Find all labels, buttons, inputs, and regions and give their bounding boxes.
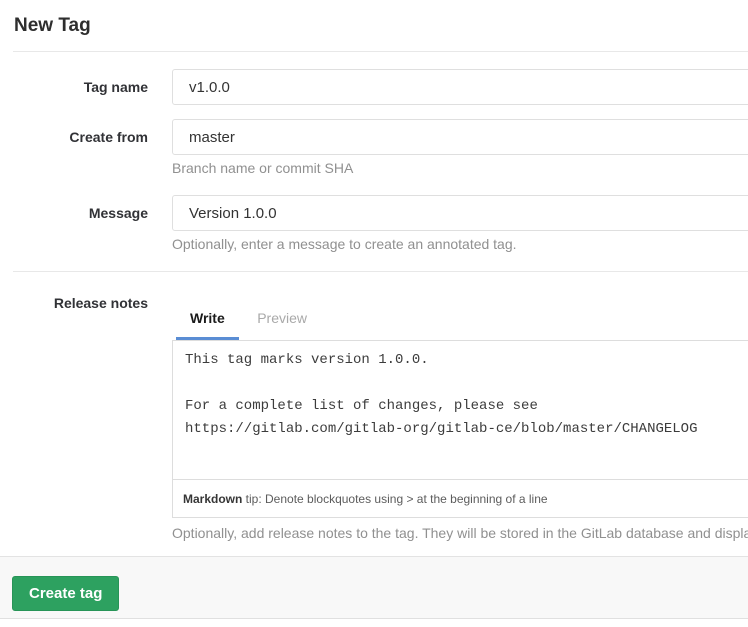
- markdown-tip-bold: Markdown: [183, 492, 242, 506]
- tag-name-control: [172, 69, 748, 105]
- markdown-tip-text: tip: Denote blockquotes using > at the b…: [242, 492, 547, 506]
- section-divider: [13, 271, 748, 272]
- release-notes-help: Optionally, add release notes to the tag…: [172, 525, 748, 542]
- title-divider: [13, 51, 748, 52]
- message-control: Optionally, enter a message to create an…: [172, 195, 748, 253]
- new-tag-page: New Tag Tag name Create from Branch name…: [0, 0, 748, 627]
- create-from-label: Create from: [0, 119, 148, 146]
- message-row: Message Optionally, enter a message to c…: [0, 195, 748, 253]
- create-from-row: Create from Branch name or commit SHA: [0, 119, 748, 177]
- tab-write[interactable]: Write: [176, 294, 239, 340]
- message-label: Message: [0, 195, 148, 222]
- create-from-control: Branch name or commit SHA: [172, 119, 748, 177]
- tag-name-row: Tag name: [0, 69, 748, 105]
- page-title: New Tag: [14, 14, 748, 38]
- tab-preview[interactable]: Preview: [243, 294, 321, 340]
- release-notes-row: Release notes Write Preview This tag mar…: [0, 294, 748, 556]
- create-from-input[interactable]: [172, 119, 748, 155]
- release-notes-control: Write Preview This tag marks version 1.0…: [172, 294, 748, 556]
- new-tag-form: Tag name Create from Branch name or comm…: [0, 69, 748, 619]
- create-tag-button[interactable]: Create tag: [12, 576, 119, 611]
- tag-name-label: Tag name: [0, 69, 148, 96]
- markdown-tabs: Write Preview: [172, 294, 748, 340]
- message-help: Optionally, enter a message to create an…: [172, 236, 748, 253]
- form-actions-bar: Create tag: [0, 556, 748, 619]
- release-notes-textarea[interactable]: This tag marks version 1.0.0. For a comp…: [172, 340, 748, 480]
- create-from-help: Branch name or commit SHA: [172, 160, 748, 177]
- tag-name-input[interactable]: [172, 69, 748, 105]
- message-input[interactable]: [172, 195, 748, 231]
- release-notes-label: Release notes: [0, 294, 148, 312]
- markdown-tip-bar: Markdown tip: Denote blockquotes using >…: [172, 480, 748, 518]
